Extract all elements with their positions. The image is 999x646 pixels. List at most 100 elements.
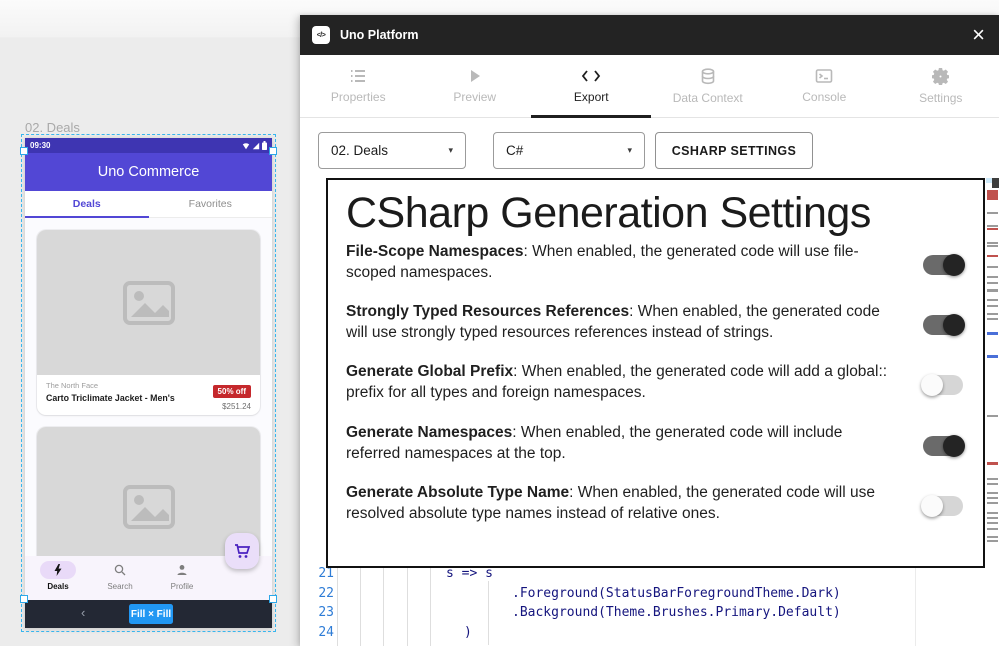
wifi-icon — [242, 142, 250, 150]
setting-name: Generate Namespaces — [346, 424, 512, 441]
product-name: Carto Triclimate Jacket - Men's — [46, 393, 213, 403]
minimap-mark — [987, 255, 998, 257]
chevron-down-icon: ▾ — [627, 145, 632, 156]
android-nav-bar: ‹ Fill × Fill — [25, 600, 272, 628]
minimap-mark — [987, 492, 998, 494]
selection-handle[interactable] — [20, 147, 28, 155]
toggle-generate-absolute-type-name[interactable] — [921, 494, 965, 518]
cart-fab-button[interactable] — [225, 533, 259, 569]
image-placeholder-icon — [123, 281, 175, 325]
tab-console[interactable]: Console — [766, 55, 883, 117]
minimap-mark — [987, 332, 998, 335]
signal-icon — [252, 142, 260, 150]
csharp-settings-button[interactable]: CSHARP SETTINGS — [655, 132, 813, 169]
minimap-mark — [987, 242, 998, 244]
tab-settings[interactable]: Settings — [883, 55, 999, 117]
active-nav-pill — [40, 561, 76, 579]
code-lines[interactable]: 21s => s22.Foreground(StatusBarForegroun… — [300, 564, 999, 646]
uno-logo-icon: </> — [312, 26, 330, 44]
console-icon — [815, 68, 833, 84]
minimap-mark — [987, 483, 998, 485]
uno-platform-panel: </> Uno Platform × Properties Preview Ex… — [300, 15, 999, 646]
battery-icon — [262, 141, 267, 150]
minimap-mark — [987, 522, 998, 524]
setting-name: Generate Absolute Type Name — [346, 484, 569, 501]
database-icon — [700, 68, 716, 85]
toggle-file-scope-namespaces[interactable] — [921, 253, 965, 277]
minimap-mark — [987, 517, 998, 519]
back-chevron-icon[interactable]: ‹ — [81, 605, 85, 620]
profile-icon — [176, 564, 188, 576]
tab-data-context[interactable]: Data Context — [650, 55, 767, 117]
tab-properties[interactable]: Properties — [300, 55, 417, 117]
setting-row: Generate Absolute Type Name: When enable… — [346, 483, 965, 525]
play-icon — [467, 68, 483, 84]
product-brand: The North Face — [46, 381, 213, 390]
nav-item-search[interactable]: Search — [89, 556, 151, 600]
minimap-mark — [987, 305, 998, 307]
minimap-mark — [987, 225, 998, 227]
code-line: 22.Foreground(StatusBarForegroundTheme.D… — [300, 584, 999, 604]
minimap-mark — [987, 212, 998, 214]
minimap-corner-mark — [992, 178, 999, 188]
panel-tab-bar: Properties Preview Export Data Context C… — [300, 55, 999, 118]
cart-icon — [234, 544, 250, 559]
close-icon[interactable]: × — [972, 24, 985, 46]
minimap-mark — [987, 266, 998, 268]
selection-handle[interactable] — [269, 595, 277, 603]
minimap-mark — [987, 190, 998, 200]
minimap-mark — [987, 355, 998, 358]
minimap-mark — [987, 462, 998, 465]
minimap-mark — [987, 282, 998, 284]
minimap-mark — [987, 276, 998, 278]
discount-badge: 50% off — [213, 385, 251, 398]
app-bar: Uno Commerce — [25, 153, 272, 191]
minimap-mark — [987, 299, 998, 301]
code-line: 23.Background(Theme.Brushes.Primary.Defa… — [300, 603, 999, 623]
nav-item-deals[interactable]: Deals — [27, 556, 89, 600]
minimap-mark — [987, 540, 998, 542]
app-title: Uno Commerce — [98, 164, 200, 180]
lightning-icon — [54, 564, 62, 576]
nav-item-profile[interactable]: Profile — [151, 556, 213, 600]
properties-icon — [349, 68, 367, 84]
code-line: 24) — [300, 623, 999, 643]
toggle-strongly-typed-resources[interactable] — [921, 313, 965, 337]
minimap-mark — [987, 536, 998, 538]
code-icon — [581, 68, 601, 84]
minimap-mark — [987, 228, 998, 230]
csharp-settings-dialog: CSharp Generation Settings File-Scope Na… — [326, 178, 985, 568]
minimap-mark — [987, 245, 998, 247]
language-select[interactable]: C# ▾ — [493, 132, 645, 169]
product-card[interactable]: The North Face Carto Triclimate Jacket -… — [37, 230, 260, 415]
tab-export[interactable]: Export — [533, 55, 650, 117]
selection-handle[interactable] — [269, 147, 277, 155]
code-line: 25Resources — [300, 642, 999, 646]
panel-title: Uno Platform — [340, 28, 418, 42]
toggle-generate-global-prefix[interactable] — [921, 373, 965, 397]
minimap-mark — [987, 478, 998, 480]
app-tab-deals[interactable]: Deals — [25, 191, 149, 217]
page-select[interactable]: 02. Deals ▾ — [318, 132, 466, 169]
tab-preview[interactable]: Preview — [417, 55, 534, 117]
minimap[interactable] — [986, 178, 999, 598]
product-image-placeholder — [37, 230, 260, 375]
selection-handle[interactable] — [20, 595, 28, 603]
minimap-mark — [987, 512, 998, 514]
setting-row: File-Scope Namespaces: When enabled, the… — [346, 242, 965, 284]
app-tab-favorites[interactable]: Favorites — [149, 191, 273, 217]
dialog-title: CSharp Generation Settings — [346, 188, 965, 239]
phone-status-bar: 09:30 — [25, 138, 272, 153]
setting-name: File-Scope Namespaces — [346, 243, 523, 260]
setting-name: Strongly Typed Resources References — [346, 303, 629, 320]
setting-row: Strongly Typed Resources References: Whe… — [346, 302, 965, 344]
toggle-generate-namespaces[interactable] — [921, 434, 965, 458]
chevron-down-icon: ▾ — [448, 145, 453, 156]
minimap-mark — [987, 528, 998, 530]
setting-row: Generate Namespaces: When enabled, the g… — [346, 423, 965, 465]
minimap-mark — [987, 415, 998, 417]
product-price: $251.24 — [213, 402, 251, 411]
minimap-mark — [987, 289, 998, 292]
export-toolbar: 02. Deals ▾ C# ▾ CSHARP SETTINGS — [300, 118, 999, 183]
phone-preview[interactable]: 09:30 Uno Commerce Deals Favorites — [25, 138, 272, 628]
